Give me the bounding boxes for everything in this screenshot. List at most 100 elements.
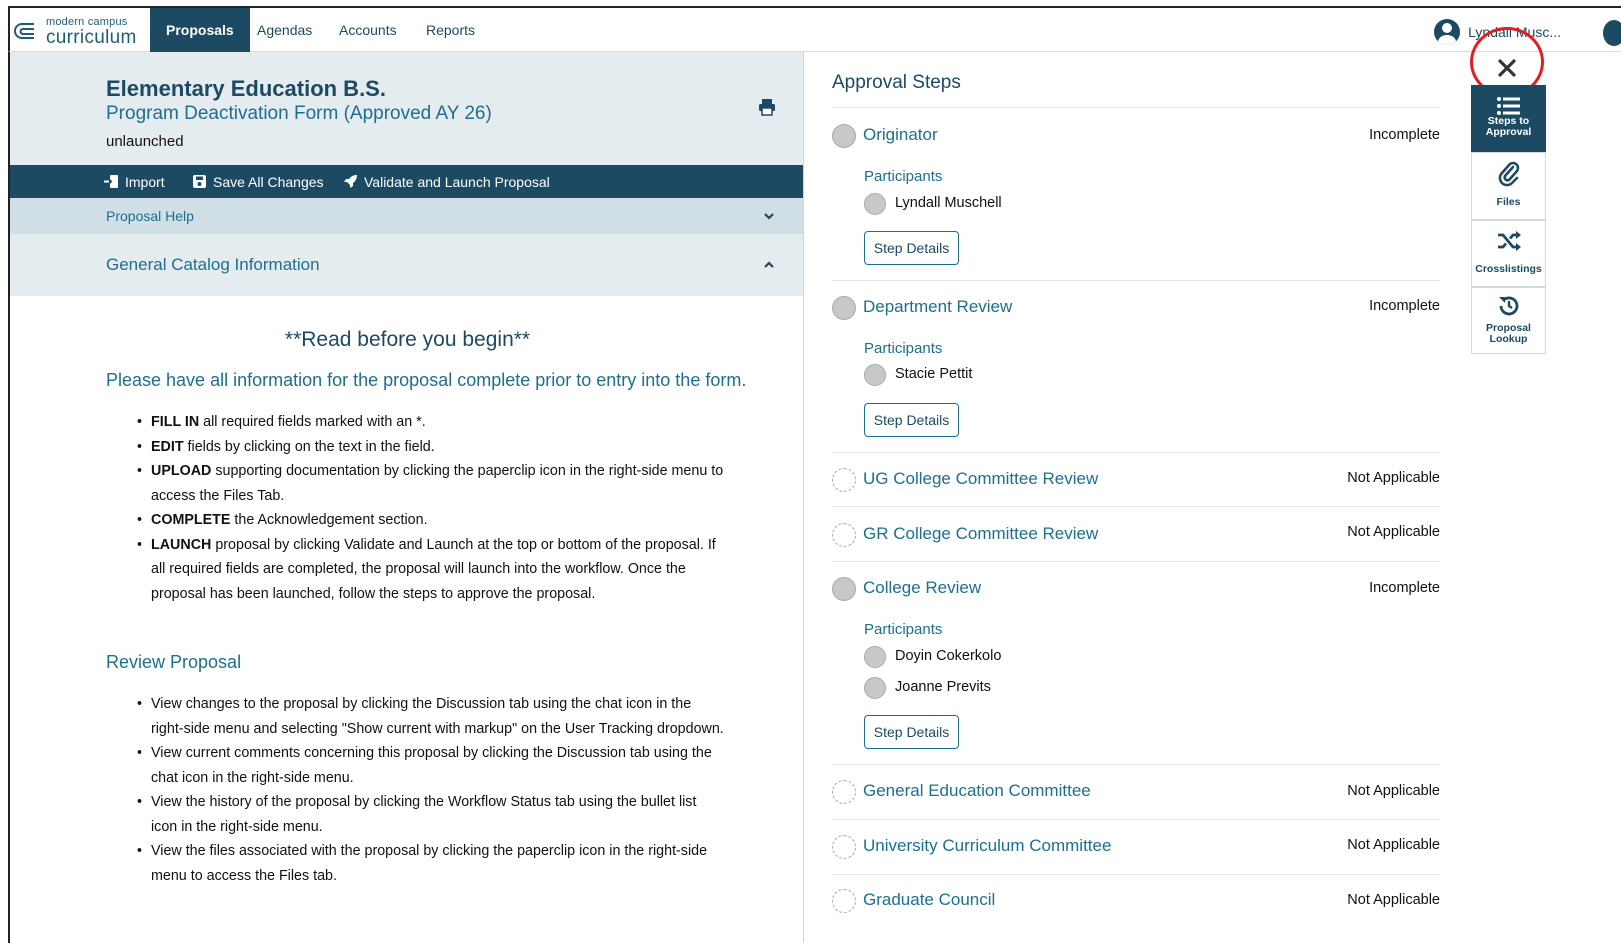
instructions-list: FILL IN all required fields marked with … bbox=[106, 410, 726, 606]
divider bbox=[832, 874, 1440, 875]
instructions-heading: Please have all information for the prop… bbox=[106, 370, 747, 390]
participant-name: Joanne Previts bbox=[895, 679, 991, 695]
participants-label: Participants bbox=[864, 340, 943, 357]
step-status-text: Not Applicable bbox=[1347, 837, 1440, 853]
step-status-text: Incomplete bbox=[1369, 127, 1440, 143]
participant-status-circle bbox=[864, 364, 886, 386]
proposal-help-label: Proposal Help bbox=[106, 208, 194, 224]
save-label: Save All Changes bbox=[213, 173, 324, 190]
import-label: Import bbox=[125, 173, 165, 190]
step-details-button[interactable]: Step Details bbox=[864, 231, 959, 265]
divider bbox=[832, 452, 1440, 453]
validate-launch-button[interactable]: Validate and Launch Proposal bbox=[343, 165, 550, 198]
general-catalog-label: General Catalog Information bbox=[106, 255, 320, 274]
rocket-icon bbox=[344, 175, 357, 188]
save-all-changes-button[interactable]: Save All Changes bbox=[192, 165, 324, 198]
general-catalog-section[interactable]: General Catalog Information bbox=[10, 234, 805, 296]
list-icon bbox=[1496, 97, 1520, 115]
step-details-button[interactable]: Step Details bbox=[864, 403, 959, 437]
step-status-circle bbox=[832, 296, 856, 320]
divider bbox=[832, 819, 1440, 820]
proposal-panel: Elementary Education B.S. Program Deacti… bbox=[8, 52, 805, 943]
step-name-general-education[interactable]: General Education Committee bbox=[863, 781, 1091, 801]
crosslistings-tab[interactable]: Crosslistings bbox=[1471, 220, 1546, 287]
step-name-university-curriculum[interactable]: University Curriculum Committee bbox=[863, 836, 1111, 856]
logo-mark-icon bbox=[14, 23, 34, 39]
validate-label: Validate and Launch Proposal bbox=[364, 173, 550, 190]
chevron-up-icon bbox=[764, 261, 774, 268]
proposal-help-section[interactable]: Proposal Help bbox=[10, 198, 805, 234]
proposal-status: unlaunched bbox=[106, 133, 184, 150]
nav-accounts[interactable]: Accounts bbox=[323, 8, 413, 54]
step-status-text: Not Applicable bbox=[1347, 783, 1440, 799]
step-status-circle bbox=[832, 124, 856, 148]
files-tab[interactable]: Files bbox=[1471, 152, 1546, 220]
paperclip-icon bbox=[1498, 161, 1519, 187]
user-avatar-icon bbox=[1434, 19, 1461, 45]
save-icon bbox=[193, 175, 206, 188]
print-icon[interactable] bbox=[758, 98, 776, 116]
proposal-lookup-tab[interactable]: Proposal Lookup bbox=[1471, 287, 1546, 354]
import-button[interactable]: Import bbox=[104, 165, 165, 198]
step-name-gr-college-committee[interactable]: GR College Committee Review bbox=[863, 524, 1098, 544]
history-icon bbox=[1498, 296, 1518, 316]
step-status-text: Not Applicable bbox=[1347, 892, 1440, 908]
step-name-graduate-council[interactable]: Graduate Council bbox=[863, 890, 995, 910]
instruction-item: LAUNCH proposal by clicking Validate and… bbox=[106, 533, 726, 607]
proposal-subtitle: Program Deactivation Form (Approved AY 2… bbox=[106, 103, 492, 124]
participant-status-circle bbox=[864, 193, 886, 215]
participant-status-circle bbox=[864, 646, 886, 668]
review-item: View the files associated with the propo… bbox=[106, 839, 726, 888]
read-before-heading: **Read before you begin** bbox=[284, 328, 531, 351]
approval-steps-title: Approval Steps bbox=[832, 72, 961, 93]
step-name-ug-college-committee[interactable]: UG College Committee Review bbox=[863, 469, 1098, 489]
review-item: View changes to the proposal by clicking… bbox=[106, 692, 726, 741]
step-status-text: Incomplete bbox=[1369, 298, 1440, 314]
modern-campus-logo[interactable]: modern campus curriculum bbox=[14, 12, 154, 48]
participants-label: Participants bbox=[864, 621, 943, 638]
participants-label: Participants bbox=[864, 168, 943, 185]
instruction-item: EDIT fields by clicking on the text in t… bbox=[106, 435, 726, 460]
crosslistings-label: Crosslistings bbox=[1475, 263, 1542, 275]
instruction-item: FILL IN all required fields marked with … bbox=[106, 410, 726, 435]
help-circle-icon[interactable] bbox=[1603, 20, 1621, 46]
participant-status-circle bbox=[864, 677, 886, 699]
step-status-circle bbox=[832, 523, 856, 547]
review-item: View current comments concerning this pr… bbox=[106, 741, 726, 790]
step-status-circle bbox=[832, 577, 856, 601]
logo-big-text: curriculum bbox=[46, 27, 137, 48]
instruction-item: COMPLETE the Acknowledgement section. bbox=[106, 508, 726, 533]
step-status-text: Not Applicable bbox=[1347, 524, 1440, 540]
divider bbox=[832, 280, 1440, 281]
step-name-department-review[interactable]: Department Review bbox=[863, 297, 1012, 317]
divider bbox=[832, 506, 1440, 507]
divider bbox=[832, 107, 1440, 108]
steps-to-approval-label-2: Approval bbox=[1485, 126, 1532, 138]
step-status-text: Not Applicable bbox=[1347, 470, 1440, 486]
proposal-toolbar: Import Save All Changes Validate and Lau… bbox=[10, 165, 805, 198]
step-details-button[interactable]: Step Details bbox=[864, 715, 959, 749]
shuffle-icon bbox=[1497, 231, 1521, 251]
participant-name: Doyin Cokerkolo bbox=[895, 648, 1002, 664]
instruction-item: UPLOAD supporting documentation by click… bbox=[106, 459, 726, 508]
top-navigation-bar: modern campus curriculum Proposals Agend… bbox=[8, 6, 1621, 54]
step-name-originator[interactable]: Originator bbox=[863, 125, 938, 145]
review-proposal-heading: Review Proposal bbox=[106, 652, 242, 672]
divider bbox=[832, 764, 1440, 765]
proposal-lookup-label-2: Lookup bbox=[1489, 333, 1528, 345]
step-status-circle bbox=[832, 780, 856, 804]
participant-name: Lyndall Muschell bbox=[895, 195, 1002, 211]
import-icon bbox=[104, 175, 118, 188]
proposal-title: Elementary Education B.S. bbox=[106, 76, 386, 101]
step-status-circle bbox=[832, 468, 856, 492]
divider bbox=[832, 561, 1440, 562]
step-name-college-review[interactable]: College Review bbox=[863, 578, 981, 598]
chevron-down-icon bbox=[764, 213, 774, 220]
steps-to-approval-tab[interactable]: Steps to Approval bbox=[1471, 85, 1546, 152]
review-item: View the history of the proposal by clic… bbox=[106, 790, 726, 839]
nav-agendas[interactable]: Agendas bbox=[241, 8, 328, 54]
proposal-header: Elementary Education B.S. Program Deacti… bbox=[10, 52, 805, 165]
step-status-text: Incomplete bbox=[1369, 580, 1440, 596]
nav-reports[interactable]: Reports bbox=[410, 8, 491, 54]
nav-proposals[interactable]: Proposals bbox=[150, 8, 250, 54]
